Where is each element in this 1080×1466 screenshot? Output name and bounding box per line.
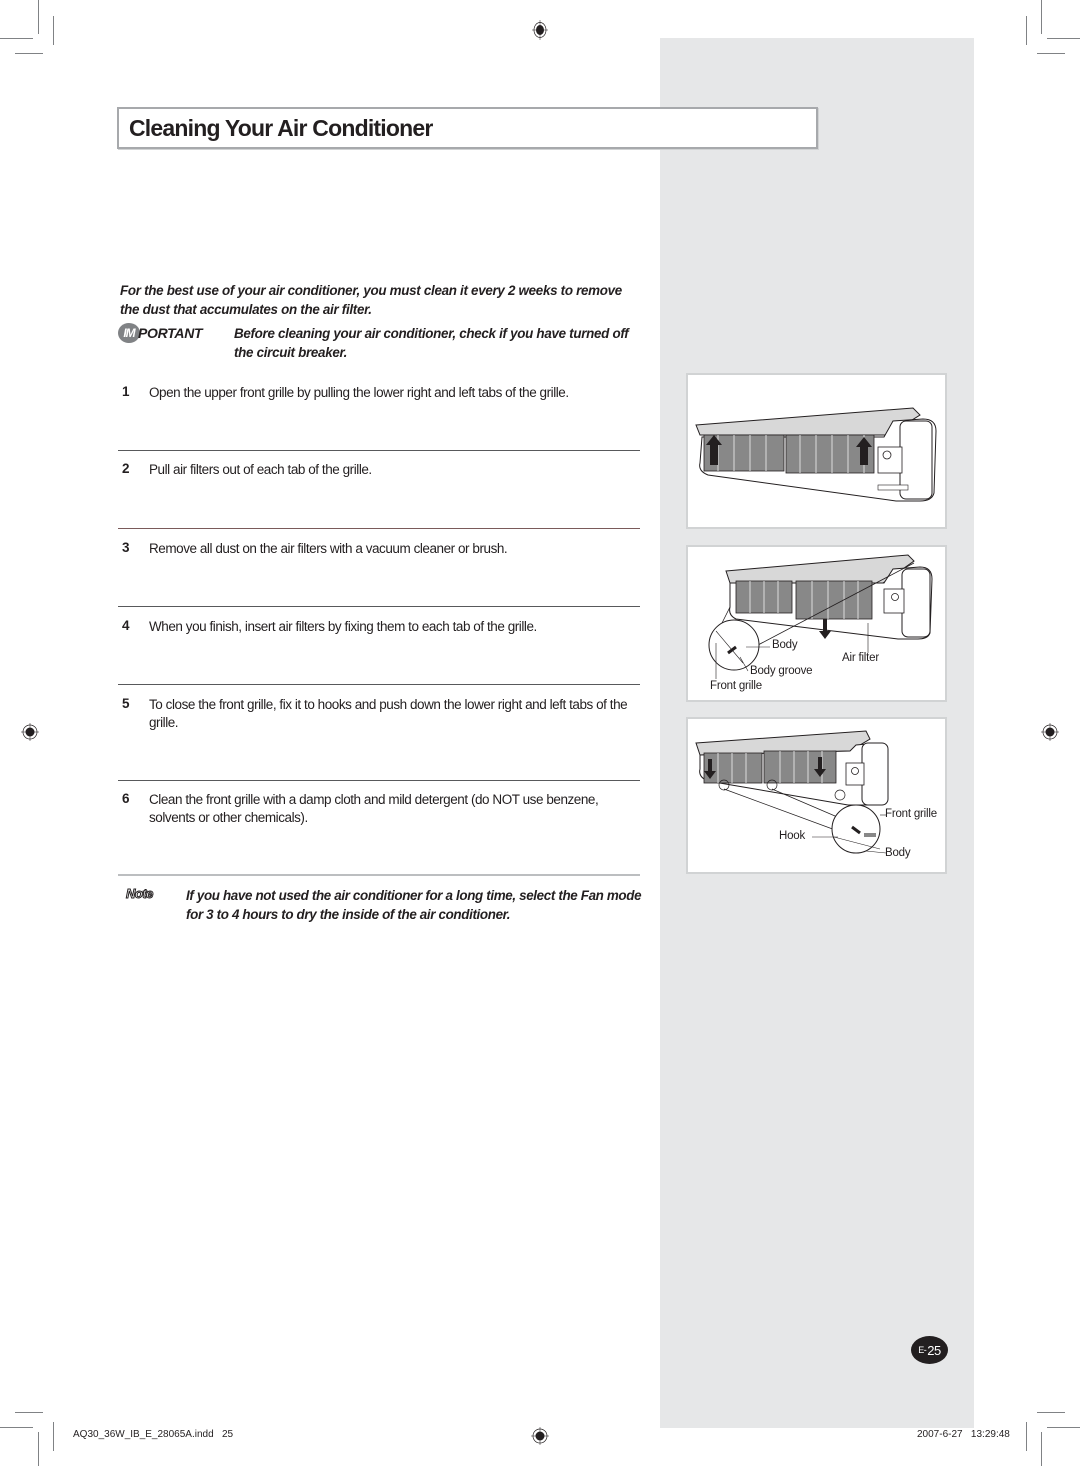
- step-text: Open the upper front grille by pulling t…: [149, 385, 569, 400]
- important-badge-label: PORTANT: [138, 325, 203, 341]
- footer-file-name: AQ30_36W_IB_E_28065A.indd 25: [73, 1429, 234, 1440]
- crop-mark: [15, 1412, 43, 1413]
- figure-remove-filter: Body Air filter Body groove Front grille: [686, 545, 947, 702]
- step-number: 1: [122, 384, 130, 399]
- crop-mark: [15, 53, 43, 54]
- label-front-grille: Front grille: [710, 680, 762, 692]
- air-conditioner-remove-filter-illustration: [708, 554, 933, 679]
- registration-mark-icon: [531, 1427, 549, 1445]
- crop-mark: [1037, 53, 1065, 54]
- label-body: Body: [772, 639, 798, 651]
- step-text: Remove all dust on the air filters with …: [149, 541, 508, 556]
- crop-mark: [53, 16, 54, 45]
- step-text: Clean the front grille with a damp cloth…: [149, 792, 599, 825]
- crop-mark: [1026, 1422, 1027, 1451]
- registration-mark-icon: [21, 723, 39, 741]
- page-title-box: Cleaning Your Air Conditioner: [117, 107, 818, 149]
- divider: [118, 874, 640, 876]
- label-front-grille: Front grille: [885, 808, 937, 820]
- intro-text: For the best use of your air conditioner…: [120, 283, 622, 317]
- important-badge-circle: IM: [118, 323, 140, 343]
- divider: [118, 684, 640, 685]
- label-body-groove: Body groove: [750, 665, 813, 677]
- crop-mark: [1041, 0, 1042, 34]
- divider: [118, 606, 640, 607]
- step-number: 2: [122, 461, 130, 476]
- page-title: Cleaning Your Air Conditioner: [129, 115, 433, 141]
- crop-mark: [1041, 1432, 1042, 1466]
- crop-mark: [0, 1427, 33, 1428]
- crop-mark: [38, 1432, 39, 1466]
- air-conditioner-open-grille-illustration: [695, 407, 937, 502]
- step-text: When you finish, insert air filters by f…: [149, 619, 537, 634]
- note-badge: Note: [126, 886, 154, 902]
- label-air-filter: Air filter: [842, 652, 879, 664]
- important-text: Before cleaning your air conditioner, ch…: [234, 326, 629, 360]
- step-number: 6: [122, 791, 130, 806]
- registration-mark-icon: [1041, 723, 1059, 741]
- divider: [118, 780, 640, 781]
- step-number: 5: [122, 696, 130, 711]
- footer-timestamp: 2007-6-27 13:29:48: [917, 1429, 1010, 1440]
- crop-mark: [1037, 1412, 1065, 1413]
- label-hook: Hook: [779, 830, 806, 842]
- registration-mark-icon: [532, 20, 548, 40]
- step-number: 4: [122, 618, 130, 633]
- step-text: Pull air filters out of each tab of the …: [149, 462, 372, 477]
- crop-mark: [53, 1422, 54, 1451]
- page-number-prefix: E-: [918, 1345, 927, 1355]
- divider: [118, 450, 640, 451]
- note-text: If you have not used the air conditioner…: [186, 888, 642, 922]
- important-badge: IM PORTANT: [118, 323, 203, 343]
- figure-open-grille: [686, 373, 947, 529]
- step-text: To close the front grille, fix it to hoo…: [149, 697, 628, 730]
- crop-mark: [1047, 38, 1080, 39]
- crop-mark: [0, 38, 33, 39]
- divider: [118, 528, 640, 529]
- page-number-badge: E- 25: [911, 1336, 948, 1364]
- crop-mark: [1026, 16, 1027, 45]
- step-number: 3: [122, 540, 130, 555]
- figure-close-grille: Front grille Hook Body: [686, 717, 947, 874]
- page-number: 25: [927, 1342, 941, 1358]
- crop-mark: [38, 0, 39, 34]
- crop-mark: [1047, 1427, 1080, 1428]
- label-body: Body: [885, 847, 911, 859]
